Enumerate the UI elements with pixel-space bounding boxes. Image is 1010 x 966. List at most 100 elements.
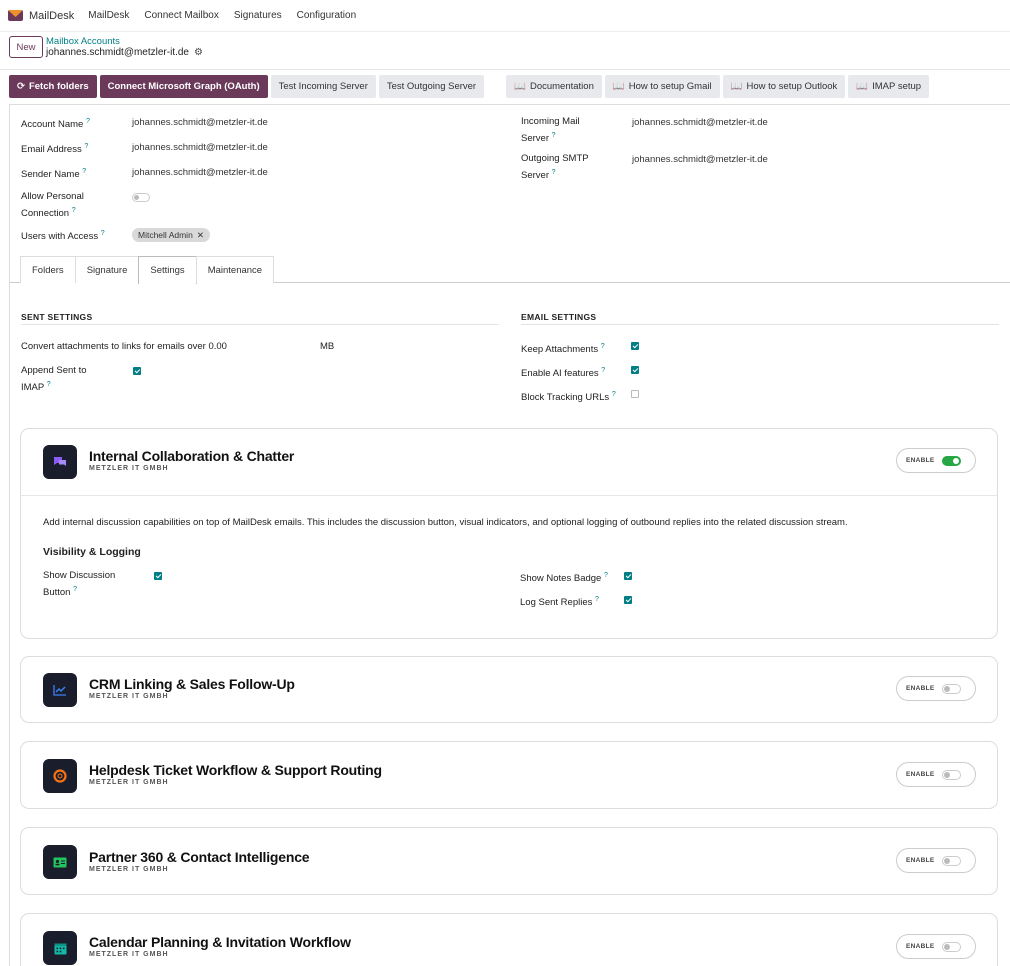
module-title: Partner 360 & Contact Intelligence	[89, 849, 310, 865]
module-title: Helpdesk Ticket Workflow & Support Routi…	[89, 762, 382, 778]
close-icon[interactable]: ✕	[197, 230, 204, 241]
new-button[interactable]: New	[9, 36, 43, 58]
nav-item-maildesk[interactable]: MailDesk	[88, 10, 129, 21]
sent-settings-title: SENT SETTINGS	[21, 312, 93, 322]
imap-setup-button[interactable]: 📖 IMAP setup	[848, 75, 930, 98]
allow-personal-toggle[interactable]	[132, 193, 150, 202]
keep-attachments-checkbox[interactable]	[631, 342, 639, 350]
convert-value[interactable]: 0.00	[208, 341, 227, 352]
module-card-collaboration: Internal Collaboration & Chatter METZLER…	[20, 428, 998, 639]
test-outgoing-button[interactable]: Test Outgoing Server	[378, 75, 485, 98]
documentation-button[interactable]: 📖 Documentation	[506, 75, 602, 98]
setup-gmail-button[interactable]: 📖 How to setup Gmail	[604, 75, 720, 98]
block-tracking-label: Block Tracking URLs ?	[521, 391, 616, 404]
incoming-server-input[interactable]: johannes.schmidt@metzler-it.de	[632, 117, 768, 128]
allow-personal-label: Allow Personal Connection ?	[21, 191, 84, 220]
setup-outlook-button[interactable]: 📖 How to setup Outlook	[722, 75, 846, 98]
sender-name-input[interactable]: johannes.schmidt@metzler-it.de	[132, 167, 268, 178]
book-icon: 📖	[612, 81, 625, 92]
nav-item-connect-mailbox[interactable]: Connect Mailbox	[144, 10, 218, 21]
module-enable-toggle[interactable]: ENABLE	[896, 676, 976, 701]
users-access-label: Users with Access ?	[21, 230, 105, 243]
record-name: johannes.schmidt@metzler-it.de	[46, 47, 189, 58]
enable-label: ENABLE	[906, 857, 935, 864]
outgoing-server-input[interactable]: johannes.schmidt@metzler-it.de	[632, 154, 768, 165]
show-notes-badge-label: Show Notes Badge ?	[520, 572, 608, 585]
incoming-server-label: Incoming Mail Server ?	[521, 116, 580, 145]
breadcrumb-current: johannes.schmidt@metzler-it.de ⚙	[46, 47, 203, 58]
enable-switch[interactable]	[941, 941, 961, 952]
convert-unit: MB	[320, 341, 335, 352]
email-settings-title: EMAIL SETTINGS	[521, 312, 597, 322]
card-divider	[21, 495, 997, 496]
top-navbar: MailDesk MailDesk Connect Mailbox Signat…	[0, 0, 1010, 32]
module-subtitle: METZLER IT GMBH	[89, 693, 169, 700]
enable-ai-checkbox[interactable]	[631, 366, 639, 374]
enable-switch[interactable]	[941, 855, 961, 866]
email-address-input[interactable]: johannes.schmidt@metzler-it.de	[132, 142, 268, 153]
show-discussion-checkbox[interactable]	[154, 572, 162, 580]
gear-icon[interactable]: ⚙	[194, 47, 203, 58]
lifebuoy-icon	[43, 759, 77, 793]
enable-label: ENABLE	[906, 771, 935, 778]
enable-label: ENABLE	[906, 943, 935, 950]
log-sent-replies-label: Log Sent Replies ?	[520, 596, 599, 609]
log-sent-replies-checkbox[interactable]	[624, 596, 632, 604]
module-title: Calendar Planning & Invitation Workflow	[89, 934, 351, 950]
connect-graph-button[interactable]: Connect Microsoft Graph (OAuth)	[99, 75, 268, 98]
setup-gmail-label: How to setup Gmail	[628, 81, 712, 92]
book-icon: 📖	[856, 81, 869, 92]
module-subtitle: METZLER IT GMBH	[89, 779, 169, 786]
fetch-folders-label: Fetch folders	[28, 81, 89, 92]
calendar-icon	[43, 931, 77, 965]
module-card-helpdesk: Helpdesk Ticket Workflow & Support Routi…	[20, 741, 998, 809]
block-tracking-checkbox[interactable]	[631, 390, 639, 398]
chat-icon	[43, 445, 77, 479]
account-name-label: Account Name ?	[21, 118, 90, 131]
refresh-icon: ⟳	[17, 81, 25, 92]
enable-label: ENABLE	[906, 457, 935, 464]
module-card-partner: Partner 360 & Contact Intelligence METZL…	[20, 827, 998, 895]
module-subtitle: METZLER IT GMBH	[89, 866, 169, 873]
sent-settings-rule	[21, 324, 499, 325]
module-card-calendar: Calendar Planning & Invitation Workflow …	[20, 913, 998, 966]
breadcrumb-link-mailbox-accounts[interactable]: Mailbox Accounts	[46, 36, 120, 47]
form-sheet: Account Name ? johannes.schmidt@metzler-…	[9, 104, 1010, 966]
module-card-crm: CRM Linking & Sales Follow-Up METZLER IT…	[20, 656, 998, 723]
nav-item-configuration[interactable]: Configuration	[297, 10, 356, 21]
enable-switch[interactable]	[941, 769, 961, 780]
tab-folders[interactable]: Folders	[20, 256, 76, 283]
tab-signature[interactable]: Signature	[74, 256, 140, 283]
enable-ai-label: Enable AI features ?	[521, 367, 606, 380]
test-incoming-button[interactable]: Test Incoming Server	[270, 75, 376, 98]
brand-name: MailDesk	[29, 9, 75, 22]
sender-name-label: Sender Name ?	[21, 168, 87, 181]
fetch-folders-button[interactable]: ⟳ Fetch folders	[9, 75, 97, 98]
module-enable-toggle[interactable]: ENABLE	[896, 848, 976, 873]
maildesk-logo-icon	[8, 10, 23, 21]
account-name-input[interactable]: johannes.schmidt@metzler-it.de	[132, 117, 268, 128]
enable-switch[interactable]	[941, 683, 961, 694]
brand[interactable]: MailDesk	[8, 10, 74, 22]
imap-setup-label: IMAP setup	[872, 81, 922, 92]
module-enable-toggle[interactable]: ENABLE	[896, 934, 976, 959]
module-enable-toggle[interactable]: ENABLE	[896, 762, 976, 787]
email-settings-rule	[521, 324, 999, 325]
append-sent-checkbox[interactable]	[133, 367, 141, 375]
enable-switch[interactable]	[941, 455, 961, 466]
tab-maintenance[interactable]: Maintenance	[195, 256, 275, 283]
tab-settings[interactable]: Settings	[138, 256, 197, 284]
module-subtitle: METZLER IT GMBH	[89, 465, 169, 472]
notebook-tabs: Folders Signature Settings Maintenance	[20, 256, 275, 284]
contact-card-icon	[43, 845, 77, 879]
module-enable-toggle[interactable]: ENABLE	[896, 448, 976, 473]
module-title: CRM Linking & Sales Follow-Up	[89, 676, 295, 692]
group-title: Visibility & Logging	[43, 546, 141, 558]
setup-outlook-label: How to setup Outlook	[746, 81, 838, 92]
append-sent-label: Append Sent to IMAP ?	[21, 365, 87, 394]
show-discussion-label: Show Discussion Button ?	[43, 570, 116, 599]
action-button-bar: ⟳ Fetch folders Connect Microsoft Graph …	[9, 75, 930, 98]
user-tag[interactable]: Mitchell Admin ✕	[132, 228, 210, 242]
show-notes-badge-checkbox[interactable]	[624, 572, 632, 580]
nav-item-signatures[interactable]: Signatures	[234, 10, 282, 21]
